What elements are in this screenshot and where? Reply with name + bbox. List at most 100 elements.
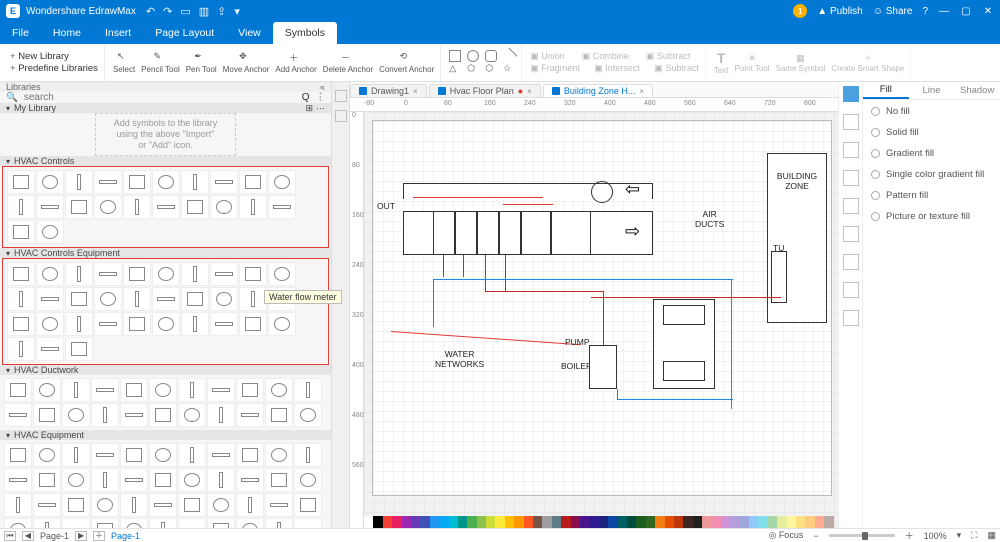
library-symbol[interactable] (65, 170, 93, 194)
color-swatch[interactable] (495, 516, 504, 528)
library-symbol[interactable] (178, 493, 206, 517)
section-hvac-equipment[interactable]: ▾HVAC Equipment (0, 430, 331, 440)
color-swatch[interactable] (383, 516, 392, 528)
library-symbol[interactable] (62, 468, 90, 492)
color-swatch[interactable] (542, 516, 551, 528)
select-tool[interactable]: ↖Select (113, 51, 135, 74)
library-symbol[interactable] (94, 262, 122, 286)
library-symbol[interactable] (268, 262, 296, 286)
library-symbol[interactable] (4, 518, 32, 528)
library-symbol[interactable] (265, 378, 293, 402)
color-swatch[interactable] (768, 516, 777, 528)
library-symbol[interactable] (294, 468, 322, 492)
library-symbol[interactable] (120, 493, 148, 517)
color-swatch[interactable] (524, 516, 533, 528)
color-swatch[interactable] (655, 516, 664, 528)
library-symbol[interactable] (123, 195, 151, 219)
first-page-button[interactable]: ⏮ (4, 531, 16, 541)
library-symbol[interactable] (210, 287, 238, 311)
library-symbol[interactable] (294, 403, 322, 427)
library-symbol[interactable] (4, 493, 32, 517)
library-symbol[interactable] (7, 312, 35, 336)
library-symbol[interactable] (207, 493, 235, 517)
fill-option-gradient[interactable]: Gradient fill (871, 148, 992, 159)
align-icon[interactable] (843, 198, 859, 214)
shape-circle[interactable] (467, 50, 479, 62)
pencil-tool[interactable]: ✎Pencil Tool (141, 51, 180, 74)
color-swatch[interactable] (665, 516, 674, 528)
search-menu-icon[interactable]: ⋮ (316, 92, 326, 103)
library-symbol[interactable] (91, 378, 119, 402)
library-symbol[interactable] (65, 195, 93, 219)
library-symbol[interactable] (33, 468, 61, 492)
save-icon[interactable]: ▭ (180, 5, 190, 18)
library-symbol[interactable] (236, 493, 264, 517)
focus-toggle[interactable]: ◎ Focus (768, 530, 803, 541)
color-swatch[interactable] (420, 516, 429, 528)
library-symbol[interactable] (181, 170, 209, 194)
library-symbol[interactable] (239, 195, 267, 219)
color-swatch[interactable] (373, 516, 382, 528)
user-badge[interactable]: 1 (793, 4, 807, 18)
close-icon[interactable]: × (413, 87, 418, 96)
library-symbol[interactable] (152, 287, 180, 311)
library-symbol[interactable] (36, 287, 64, 311)
section-my-library[interactable]: ▾ My Library ⊞ ⋯ (0, 103, 331, 113)
library-symbol[interactable] (91, 403, 119, 427)
library-symbol[interactable] (294, 378, 322, 402)
library-symbol[interactable] (7, 337, 35, 361)
color-swatch[interactable] (693, 516, 702, 528)
op-union[interactable]: ▣ Union (530, 51, 565, 62)
export-icon[interactable]: ⇪ (217, 5, 226, 18)
undo-icon[interactable]: ↶ (146, 5, 155, 18)
pen-tool[interactable]: ✒Pen Tool (186, 51, 217, 74)
shape-line[interactable] (501, 48, 518, 65)
library-symbol[interactable] (91, 468, 119, 492)
color-swatch[interactable] (740, 516, 749, 528)
menu-file[interactable]: File (0, 22, 41, 44)
add-page-button[interactable]: ＋ (93, 531, 105, 541)
library-symbol[interactable] (91, 443, 119, 467)
zoom-out-button[interactable]: − (813, 531, 818, 541)
library-symbol[interactable] (62, 518, 90, 528)
color-swatch[interactable] (721, 516, 730, 528)
color-swatch[interactable] (571, 516, 580, 528)
color-swatch[interactable] (683, 516, 692, 528)
color-swatch[interactable] (458, 516, 467, 528)
color-swatch[interactable] (758, 516, 767, 528)
shape-star[interactable]: ☆ (503, 63, 515, 75)
library-symbol[interactable] (33, 378, 61, 402)
library-symbol[interactable] (181, 312, 209, 336)
op-fragment[interactable]: ▣ Fragment (530, 63, 580, 74)
ruler-icon[interactable] (843, 142, 859, 158)
library-symbol[interactable] (236, 403, 264, 427)
color-swatch[interactable] (627, 516, 636, 528)
library-symbol[interactable] (207, 443, 235, 467)
predefine-libraries-button[interactable]: Predefine Libraries (10, 63, 98, 74)
color-swatch[interactable] (514, 516, 523, 528)
color-swatch[interactable] (608, 516, 617, 528)
fill-option-picture[interactable]: Picture or texture fill (871, 211, 992, 222)
ms-icon-1[interactable] (335, 90, 347, 102)
op-intersect[interactable]: ▣ Intersect (594, 63, 640, 74)
library-symbol[interactable] (239, 312, 267, 336)
color-swatch[interactable] (561, 516, 570, 528)
library-symbol[interactable] (294, 443, 322, 467)
library-symbol[interactable] (65, 287, 93, 311)
library-symbol[interactable] (65, 337, 93, 361)
move-anchor-tool[interactable]: ✥Move Anchor (223, 51, 270, 74)
color-swatch[interactable] (730, 516, 739, 528)
library-symbol[interactable] (120, 443, 148, 467)
print-icon[interactable]: ▥ (199, 5, 209, 18)
op-combine[interactable]: ▣ Combine (582, 51, 629, 62)
library-symbol[interactable] (265, 443, 293, 467)
color-swatch[interactable] (449, 516, 458, 528)
redo-icon[interactable]: ↷ (163, 5, 172, 18)
library-collapse-icon[interactable]: « (320, 82, 325, 92)
color-swatch[interactable] (430, 516, 439, 528)
menu-home[interactable]: Home (41, 22, 93, 44)
library-symbol[interactable] (265, 493, 293, 517)
library-symbol[interactable] (210, 195, 238, 219)
library-symbol[interactable] (65, 312, 93, 336)
color-swatch[interactable] (439, 516, 448, 528)
